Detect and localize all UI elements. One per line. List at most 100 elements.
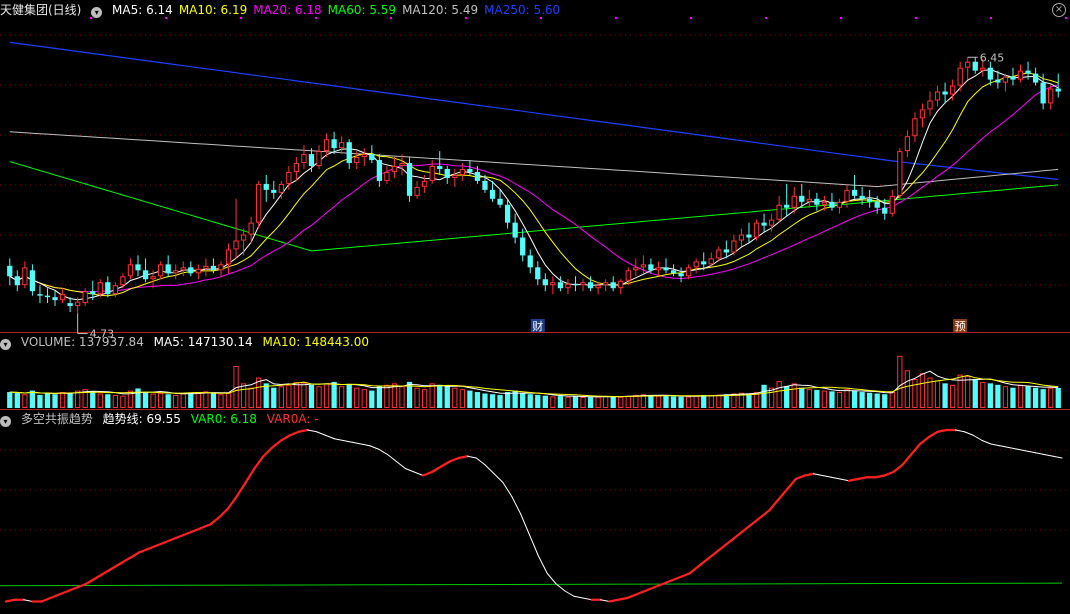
stock-chart-svg[interactable]: 6.45 4.73 财 预 (0, 0, 1070, 614)
candle-up (1017, 70, 1024, 80)
volume-bar-up (565, 396, 571, 409)
trend-segment (40, 596, 52, 603)
volume-bar-down (723, 394, 729, 408)
volume-bar-down (814, 389, 820, 408)
trend-segment (990, 443, 1001, 447)
trend-segment (927, 430, 939, 439)
trend-segment (813, 473, 823, 476)
trend-segment (421, 470, 434, 477)
candle-up (821, 201, 828, 205)
candle-down (474, 171, 481, 181)
signal-dot (690, 17, 692, 19)
volume-bar-up (421, 389, 428, 408)
trend-segment (297, 428, 309, 433)
volume-bar-up (550, 396, 556, 408)
trend-segment (874, 474, 886, 479)
volume-bar-down (346, 384, 352, 408)
candle-up (806, 198, 812, 202)
candle-down (210, 265, 217, 271)
volume-bar-down (489, 394, 496, 408)
volume-bar-up (685, 396, 692, 408)
candle-down (851, 189, 858, 196)
trend-segment (439, 460, 451, 468)
signal-dot (765, 17, 767, 19)
trend-segment (316, 431, 326, 436)
trend-segment (981, 440, 992, 445)
volume-bar-up (768, 387, 775, 409)
candle-down (105, 282, 111, 295)
trend-segment (750, 516, 762, 526)
candle-down (1010, 76, 1016, 80)
candle-up (339, 142, 345, 149)
trend-segment (794, 474, 806, 481)
trend-segment (972, 434, 983, 441)
candle-up (776, 204, 782, 220)
candle-up (912, 118, 918, 137)
candle-down (188, 267, 194, 274)
candle-up (97, 282, 103, 295)
volume-bar-down (29, 390, 36, 408)
volume-bar-down (882, 394, 888, 408)
trend-segment (723, 537, 735, 547)
trend-segment (1026, 450, 1036, 454)
volume-bar-down (369, 390, 375, 408)
candle-up (414, 186, 420, 196)
trend-segment (279, 434, 292, 442)
trend-segment (457, 455, 469, 460)
trend-segment (847, 477, 859, 482)
candle-up (980, 67, 986, 71)
volume-bar-up (361, 389, 367, 408)
volume-bar-up (301, 382, 307, 408)
trend-segment (883, 470, 895, 477)
trend-segment (955, 429, 965, 433)
candle-down (572, 283, 579, 286)
var0-line (0, 582, 1063, 587)
candle-up (791, 195, 797, 208)
trend-segment (155, 540, 167, 547)
trend-segment (768, 498, 780, 512)
volume-bar-down (210, 393, 217, 408)
candle-up (59, 294, 66, 301)
candle-down (1055, 88, 1061, 92)
candle-up (618, 280, 624, 289)
candle-up (429, 166, 435, 181)
trend-segment (102, 567, 114, 575)
candle-down (369, 154, 375, 161)
volume-bar-down (942, 383, 948, 408)
trend-segment (936, 428, 948, 433)
volume-bar-up (625, 395, 631, 408)
volume-bar-up (112, 394, 119, 409)
candle-up (421, 180, 428, 187)
candle-down (437, 166, 443, 169)
candle-up (919, 109, 926, 119)
volume-bar-up (716, 394, 722, 409)
volume-bar-up (278, 386, 284, 408)
volume-bar-up (240, 383, 247, 409)
volume-bar-down (467, 390, 473, 408)
volume-bar-up (836, 392, 843, 408)
volume-bar-up (821, 390, 828, 409)
volume-bar-up (218, 394, 224, 409)
candle-up (550, 282, 556, 286)
trend-segment (342, 440, 353, 443)
candle-up (233, 240, 239, 250)
volume-bar-up (75, 390, 81, 409)
trend-segment (360, 443, 371, 447)
candle-down (165, 264, 171, 274)
candle-down (406, 163, 413, 196)
trend-segment (182, 530, 194, 537)
trend-segment (705, 551, 718, 561)
volume-bar-up (934, 380, 941, 409)
candle-down (1040, 82, 1046, 104)
volume-bar-down (444, 386, 450, 408)
candle-down (648, 264, 654, 271)
candle-down (1032, 73, 1039, 83)
candle-down (512, 222, 518, 238)
candle-down (678, 273, 684, 277)
volume-bar-down (52, 394, 58, 408)
candle-down (90, 291, 96, 295)
volume-bar-down (761, 384, 767, 408)
volume-bar-up (203, 391, 209, 409)
candle-up (218, 264, 224, 271)
signal-dot (540, 17, 542, 19)
